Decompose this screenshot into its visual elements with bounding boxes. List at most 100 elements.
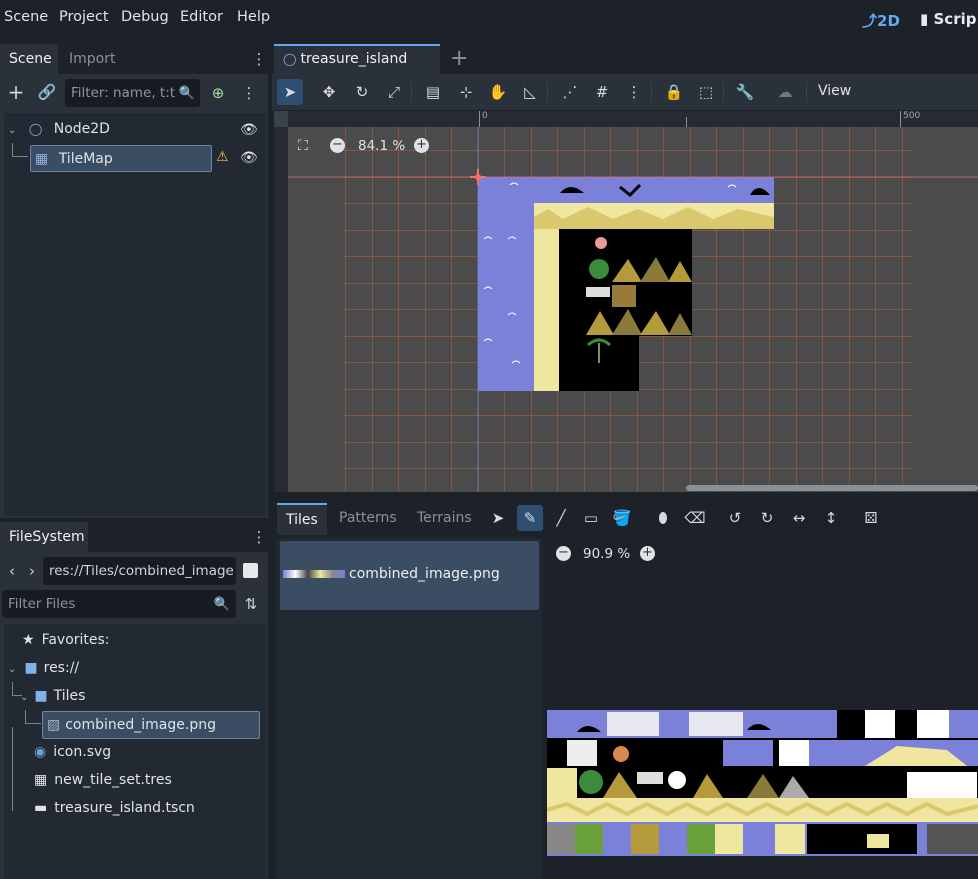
- tile-atlas-svg: [547, 710, 978, 856]
- filter-files-input[interactable]: Filter Files: [2, 590, 236, 618]
- tab-scene[interactable]: Scene: [0, 44, 58, 74]
- menu-project[interactable]: Project: [59, 9, 109, 25]
- bone-icon[interactable]: 🔧: [732, 79, 758, 105]
- visibility-eye-icon-tilemap[interactable]: 👁: [240, 150, 258, 166]
- rotate-tool-icon[interactable]: ↻: [349, 79, 375, 105]
- file-row-combined-image[interactable]: ▨ combined_image.png: [42, 711, 260, 739]
- mode-script-button[interactable]: ▮ Scrip: [920, 10, 976, 28]
- menu-editor[interactable]: Editor: [180, 9, 223, 25]
- sort-icon[interactable]: ⇅: [240, 593, 262, 615]
- filesystem-menu-icon[interactable]: ⋮: [248, 526, 270, 548]
- tileset-thumbnail: [283, 570, 345, 578]
- ruler-tool-icon[interactable]: ◺: [517, 79, 543, 105]
- tab-terrains[interactable]: Terrains: [408, 503, 481, 535]
- zoom-in-icon[interactable]: +: [414, 138, 429, 153]
- visibility-eye-icon[interactable]: 👁: [240, 122, 258, 138]
- add-node-icon[interactable]: +: [5, 80, 27, 104]
- tilemap-label: TileMap: [58, 151, 113, 167]
- forward-chevron-icon[interactable]: ›: [21, 560, 43, 582]
- tiles-folder-row[interactable]: ⌄ ■ Tiles: [20, 683, 85, 710]
- scene-dock-menu-icon[interactable]: ⋮: [248, 48, 270, 70]
- tile-source-item[interactable]: combined_image.png: [280, 541, 539, 610]
- attach-script-icon[interactable]: ⊕: [207, 82, 229, 104]
- toolbar-separator: [411, 82, 412, 102]
- rotate-left-icon[interactable]: ↺: [722, 505, 748, 531]
- tab-filesystem[interactable]: FileSystem: [0, 522, 88, 552]
- rotate-right-icon[interactable]: ↻: [754, 505, 780, 531]
- group-icon[interactable]: ⬚: [693, 79, 719, 105]
- image-file-icon: ▨: [47, 717, 61, 733]
- zoom-level[interactable]: 84.1 %: [358, 138, 405, 154]
- script-icon: ▮: [920, 10, 929, 28]
- tab-import[interactable]: Import: [60, 44, 124, 74]
- search-icon: 🔍: [178, 85, 196, 101]
- scale-tool-icon[interactable]: ⤢: [381, 79, 407, 105]
- res-root-row[interactable]: ⌄ ■ res://: [8, 655, 79, 682]
- folder-icon: ■: [24, 660, 38, 676]
- paint-tool-icon[interactable]: ✎: [517, 505, 543, 531]
- picker-tool-icon[interactable]: ⬮: [650, 505, 676, 531]
- scene-file-icon: ▬: [34, 800, 48, 816]
- smart-snap-icon[interactable]: ⋰: [557, 79, 583, 105]
- bucket-tool-icon[interactable]: 🪣: [609, 505, 635, 531]
- link-icon[interactable]: 🔗: [36, 81, 58, 103]
- rect-tool-icon[interactable]: ▭: [578, 505, 604, 531]
- warning-icon[interactable]: ⚠: [216, 149, 229, 165]
- flip-v-icon[interactable]: ↕: [818, 505, 844, 531]
- tree-connector: [12, 727, 13, 811]
- view-menu[interactable]: View: [818, 83, 851, 99]
- svg-file-icon: ◉: [34, 744, 47, 760]
- tree-row-node2d[interactable]: ⌄ ◯ Node2D: [8, 116, 264, 143]
- toolbar-separator: [651, 82, 652, 102]
- path-field[interactable]: res://Tiles/combined_image: [43, 557, 236, 585]
- add-scene-tab-icon[interactable]: +: [450, 46, 468, 71]
- lock-icon[interactable]: 🔒: [661, 79, 687, 105]
- horizontal-scrollbar[interactable]: [686, 485, 978, 491]
- mode-2d-icon: ⤴: [862, 12, 878, 30]
- search-icon-files: 🔍: [213, 596, 231, 612]
- tab-patterns[interactable]: Patterns: [330, 503, 406, 535]
- random-tile-icon[interactable]: ⚄: [858, 505, 884, 531]
- file-row-icon-svg[interactable]: ◉ icon.svg: [34, 739, 111, 766]
- canvas-viewport[interactable]: [288, 127, 978, 492]
- selectable-nodes-icon[interactable]: ▤: [420, 79, 446, 105]
- tile-atlas-image[interactable]: [547, 710, 978, 856]
- tilemap-icon: ▦: [35, 151, 49, 167]
- pan-tool-icon[interactable]: ✋: [485, 79, 511, 105]
- camera-override-icon[interactable]: ☁: [772, 79, 798, 105]
- menu-debug[interactable]: Debug: [121, 9, 169, 25]
- select-tile-tool-icon[interactable]: ➤: [485, 505, 511, 531]
- tree-row-tilemap[interactable]: ▦ TileMap: [30, 145, 212, 172]
- move-tool-icon[interactable]: ✥: [316, 79, 342, 105]
- mode-2d-button[interactable]: ⤴2D: [862, 10, 900, 31]
- chevron-down-icon: ⌄: [20, 692, 29, 703]
- ruler-label-zero: 0: [479, 111, 488, 127]
- grid-snap-icon[interactable]: #: [589, 79, 615, 105]
- toggle-split-icon[interactable]: [243, 563, 258, 578]
- zoom-out-icon[interactable]: −: [330, 138, 345, 153]
- menu-scene[interactable]: Scene: [4, 9, 48, 25]
- ruler-tick: [686, 117, 687, 127]
- eraser-tool-icon[interactable]: ⌫: [682, 505, 708, 531]
- scene-tree: [4, 113, 266, 516]
- pivot-tool-icon[interactable]: ⊹: [453, 79, 479, 105]
- ruler-label-500: 500: [900, 111, 920, 127]
- file-row-tile-set[interactable]: ▦ new_tile_set.tres: [34, 767, 172, 794]
- flip-h-icon[interactable]: ↔: [786, 505, 812, 531]
- atlas-zoom-level[interactable]: 90.9 %: [583, 546, 630, 562]
- favorites-row[interactable]: ★ Favorites:: [22, 627, 110, 654]
- menu-help[interactable]: Help: [237, 9, 270, 25]
- atlas-zoom-in-icon[interactable]: +: [640, 546, 655, 561]
- center-view-icon[interactable]: ⛶: [298, 138, 308, 154]
- tab-tiles[interactable]: Tiles: [277, 503, 327, 535]
- atlas-zoom-out-icon[interactable]: −: [556, 546, 571, 561]
- tilemap-canvas: [288, 127, 978, 492]
- snap-options-icon[interactable]: ⋮: [621, 79, 647, 105]
- line-tool-icon[interactable]: ╱: [548, 505, 574, 531]
- back-chevron-icon[interactable]: ‹: [1, 560, 23, 582]
- select-tool-icon[interactable]: ➤: [277, 79, 303, 105]
- file-row-scene[interactable]: ▬ treasure_island.tscn: [34, 795, 195, 822]
- scene-tree-menu-icon[interactable]: ⋮: [238, 82, 260, 104]
- tab-treasure-island[interactable]: ◯treasure_island ✕: [274, 44, 440, 94]
- tree-connector: [12, 143, 28, 157]
